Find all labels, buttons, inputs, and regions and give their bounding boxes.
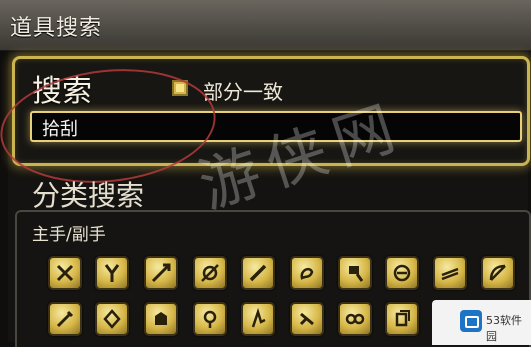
conjurer-icon[interactable] — [48, 302, 82, 336]
dark-knight-icon[interactable] — [433, 256, 467, 290]
leatherworker-icon[interactable] — [385, 302, 419, 336]
armorer-icon[interactable] — [290, 302, 324, 336]
site-badge-text: 53软件园 — [486, 314, 522, 343]
site-badge: 53软件园 — [432, 300, 531, 345]
blacksmith-icon[interactable] — [241, 302, 275, 336]
search-input[interactable] — [30, 111, 524, 142]
site-logo-icon — [460, 310, 482, 332]
machinist-icon[interactable] — [338, 256, 372, 290]
arcanist-icon[interactable] — [144, 302, 178, 336]
archer-icon[interactable] — [193, 256, 227, 290]
rogue-icon[interactable] — [241, 256, 275, 290]
pugilist-icon[interactable] — [48, 256, 82, 290]
lancer-icon[interactable] — [144, 256, 178, 290]
astrologian-icon[interactable] — [385, 256, 419, 290]
bow-icon[interactable] — [481, 256, 515, 290]
carpenter-icon[interactable] — [193, 302, 227, 336]
category-search-label: 分类搜索 — [32, 179, 145, 212]
goldsmith-icon[interactable] — [338, 302, 372, 336]
scholar-icon[interactable] — [290, 256, 324, 290]
window-titlebar: 道具搜索 — [0, 0, 531, 51]
marauder-icon[interactable] — [95, 256, 129, 290]
partial-match-checkbox[interactable] — [172, 80, 188, 96]
mainhand-offhand-label: 主手/副手 — [32, 225, 106, 245]
partial-match-label[interactable]: 部分一致 — [203, 76, 283, 105]
window-title: 道具搜索 — [10, 16, 103, 41]
search-input-field[interactable] — [40, 113, 524, 142]
search-label: 搜索 — [32, 74, 92, 109]
thaumaturge-icon[interactable] — [95, 302, 129, 336]
